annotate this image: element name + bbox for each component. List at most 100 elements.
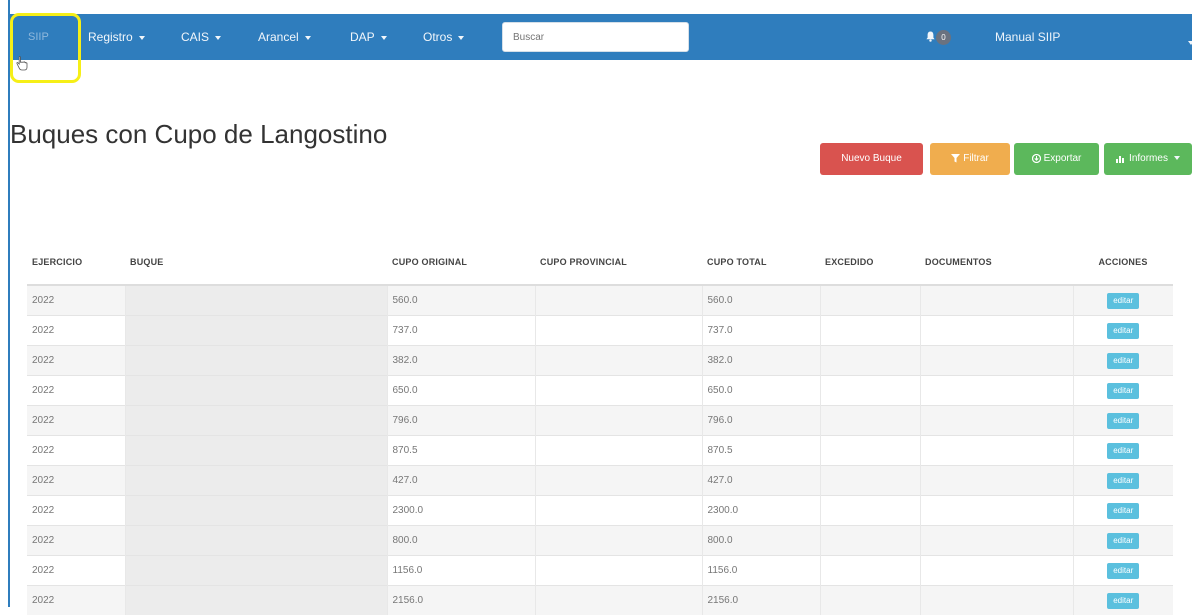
buque-cell (125, 436, 387, 466)
documentos-cell (920, 436, 1073, 466)
hand-cursor-icon (16, 56, 28, 76)
table-row: 2022870.5870.5editar (27, 436, 1173, 466)
menu-label: Arancel (258, 30, 299, 44)
buque-cell (125, 406, 387, 436)
edit-button[interactable]: editar (1107, 473, 1139, 489)
chevron-down-icon[interactable] (1182, 35, 1192, 49)
documentos-cell (920, 556, 1073, 586)
edit-button[interactable]: editar (1107, 593, 1139, 609)
cupo-total-cell: 382.0 (702, 346, 820, 376)
menu-cais[interactable]: CAIS (181, 14, 221, 60)
documentos-cell (920, 526, 1073, 556)
chart-icon (1116, 154, 1126, 163)
buque-cell (125, 346, 387, 376)
edit-button[interactable]: editar (1107, 353, 1139, 369)
edit-button[interactable]: editar (1107, 443, 1139, 459)
buque-cell (125, 316, 387, 346)
cupo-original-cell: 870.5 (387, 436, 535, 466)
excedido-cell (820, 316, 920, 346)
cupo-provincial-cell (535, 376, 702, 406)
cupo-original-cell: 737.0 (387, 316, 535, 346)
cupo-provincial-cell (535, 406, 702, 436)
menu-otros[interactable]: Otros (423, 14, 464, 60)
acciones-cell: editar (1073, 406, 1173, 436)
column-header[interactable]: CUPO ORIGINAL (387, 239, 535, 285)
cupo-total-cell: 560.0 (702, 285, 820, 316)
buque-cell (125, 586, 387, 615)
documentos-cell (920, 346, 1073, 376)
buque-cell (125, 556, 387, 586)
acciones-cell: editar (1073, 316, 1173, 346)
cupo-total-cell: 2156.0 (702, 586, 820, 615)
cupo-provincial-cell (535, 436, 702, 466)
table-row: 2022650.0650.0editar (27, 376, 1173, 406)
cupo-original-cell: 1156.0 (387, 556, 535, 586)
column-header[interactable]: CUPO TOTAL (702, 239, 820, 285)
column-header: ACCIONES (1073, 239, 1173, 285)
column-header[interactable]: EXCEDIDO (820, 239, 920, 285)
ejercicio-cell: 2022 (27, 346, 125, 376)
table-row: 2022800.0800.0editar (27, 526, 1173, 556)
buque-cell (125, 376, 387, 406)
excedido-cell (820, 346, 920, 376)
documentos-cell (920, 496, 1073, 526)
edit-button[interactable]: editar (1107, 563, 1139, 579)
menu-dap[interactable]: DAP (350, 14, 387, 60)
chevron-down-icon (458, 36, 464, 40)
documentos-cell (920, 316, 1073, 346)
chevron-down-icon (381, 36, 387, 40)
cupo-total-cell: 800.0 (702, 526, 820, 556)
filter-button[interactable]: Filtrar (930, 143, 1010, 175)
excedido-cell (820, 436, 920, 466)
acciones-cell: editar (1073, 285, 1173, 316)
documentos-cell (920, 285, 1073, 316)
menu-registro[interactable]: Registro (88, 14, 145, 60)
excedido-cell (820, 406, 920, 436)
documentos-cell (920, 376, 1073, 406)
buque-cell (125, 466, 387, 496)
table-row: 2022427.0427.0editar (27, 466, 1173, 496)
cupo-provincial-cell (535, 526, 702, 556)
excedido-cell (820, 586, 920, 615)
window-left-accent (8, 0, 10, 607)
search-input[interactable] (502, 22, 689, 52)
export-button[interactable]: Exportar (1014, 143, 1099, 175)
cupo-total-cell: 427.0 (702, 466, 820, 496)
excedido-cell (820, 466, 920, 496)
top-navbar: SIIP Registro CAIS Arancel DAP Otros 0 M… (10, 14, 1192, 60)
excedido-cell (820, 496, 920, 526)
edit-button[interactable]: editar (1107, 413, 1139, 429)
table-row: 20222156.02156.0editar (27, 586, 1173, 615)
acciones-cell: editar (1073, 376, 1173, 406)
cupo-provincial-cell (535, 316, 702, 346)
column-header[interactable]: BUQUE (125, 239, 387, 285)
edit-button[interactable]: editar (1107, 323, 1139, 339)
menu-arancel[interactable]: Arancel (258, 14, 311, 60)
edit-button[interactable]: editar (1107, 293, 1139, 309)
table-row: 2022560.0560.0editar (27, 285, 1173, 316)
edit-button[interactable]: editar (1107, 503, 1139, 519)
acciones-cell: editar (1073, 526, 1173, 556)
edit-button[interactable]: editar (1107, 533, 1139, 549)
documentos-cell (920, 406, 1073, 436)
buque-cell (125, 285, 387, 316)
table-row: 20222300.02300.0editar (27, 496, 1173, 526)
excedido-cell (820, 556, 920, 586)
cupo-original-cell: 382.0 (387, 346, 535, 376)
acciones-cell: editar (1073, 346, 1173, 376)
new-vessel-button[interactable]: Nuevo Buque (820, 143, 923, 175)
reports-button[interactable]: Informes (1104, 143, 1192, 175)
column-header[interactable]: EJERCICIO (27, 239, 125, 285)
buque-cell (125, 496, 387, 526)
bell-icon[interactable] (926, 31, 935, 45)
edit-button[interactable]: editar (1107, 383, 1139, 399)
page-title: Buques con Cupo de Langostino (10, 119, 387, 150)
acciones-cell: editar (1073, 436, 1173, 466)
column-header[interactable]: DOCUMENTOS (920, 239, 1073, 285)
cupo-original-cell: 650.0 (387, 376, 535, 406)
reports-label: Informes (1129, 153, 1168, 164)
table-row: 2022 382.0 382.0 editar (27, 346, 1173, 376)
manual-link[interactable]: Manual SIIP (995, 14, 1060, 60)
chevron-down-icon (1174, 156, 1180, 160)
column-header[interactable]: CUPO PROVINCIAL (535, 239, 702, 285)
